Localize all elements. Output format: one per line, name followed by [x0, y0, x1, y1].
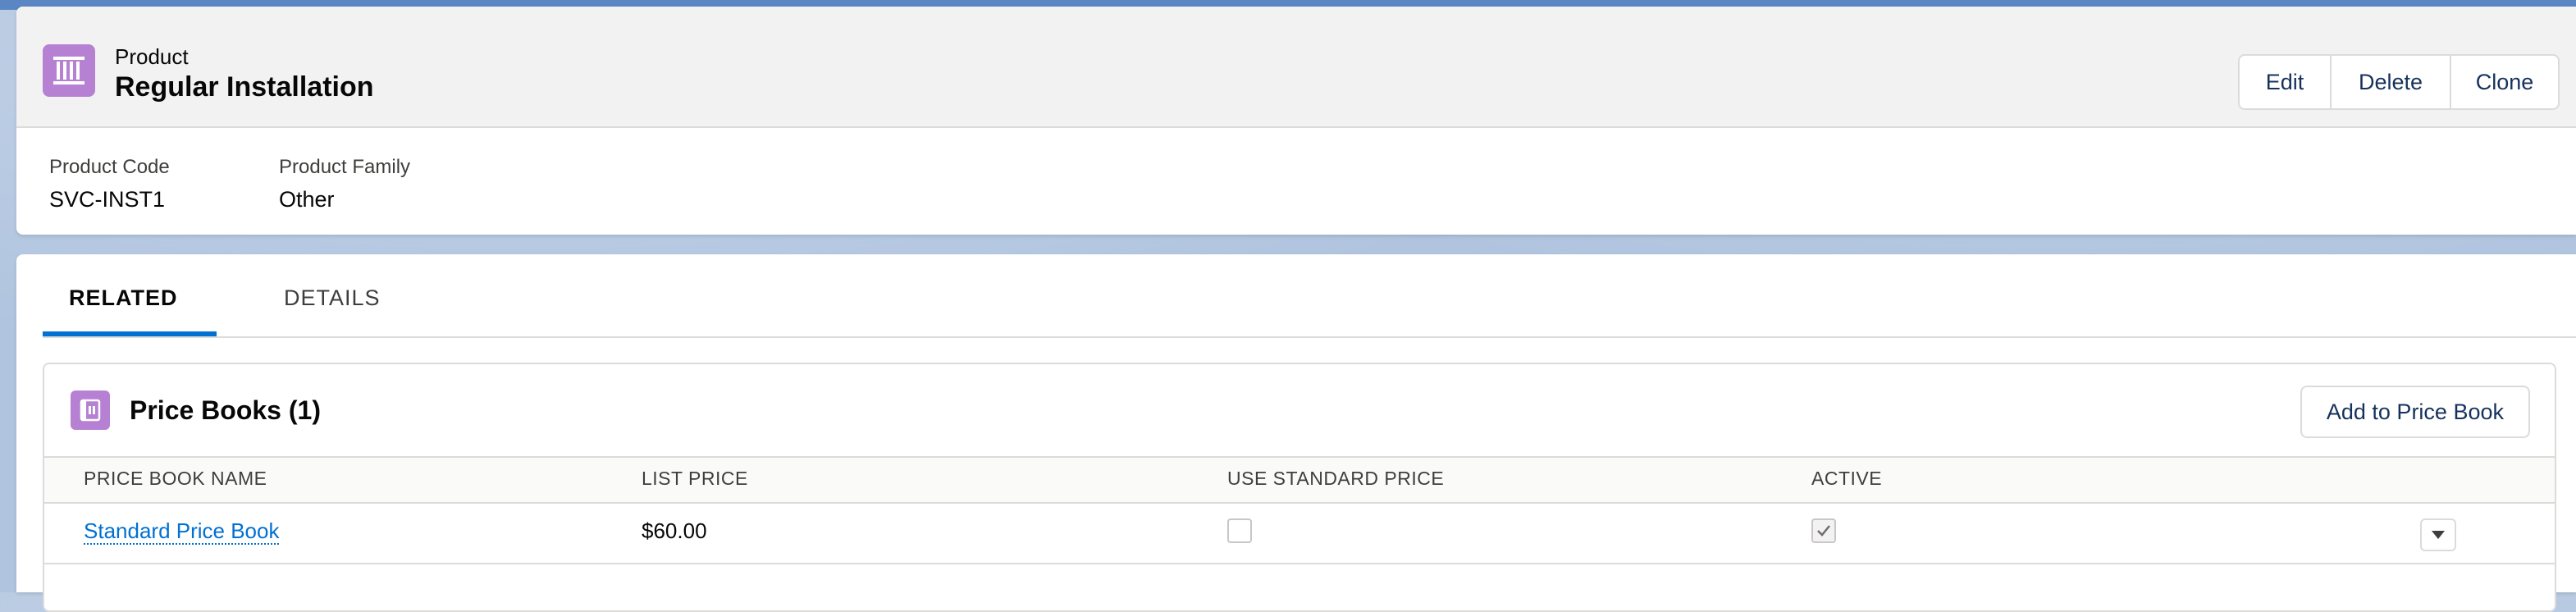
record-header: Product Regular Installation Edit Delete…: [16, 7, 2576, 128]
product-icon: [43, 44, 95, 97]
column-header-price-book-name[interactable]: PRICE BOOK NAME: [84, 468, 267, 490]
table-row: Standard Price Book $60.00: [44, 502, 2555, 564]
record-highlights-panel: Product Regular Installation Edit Delete…: [16, 7, 2576, 235]
tab-details[interactable]: DETAILS: [284, 285, 381, 311]
checkmark-icon: [1817, 525, 1830, 537]
clone-button[interactable]: Clone: [2450, 56, 2558, 108]
price-book-name-link[interactable]: Standard Price Book: [84, 518, 280, 545]
product-code-value: SVC-INST1: [49, 187, 166, 212]
row-actions-dropdown[interactable]: [2420, 518, 2456, 551]
tab-related[interactable]: RELATED: [69, 285, 178, 311]
chevron-down-icon: [2432, 531, 2445, 539]
record-actions: Edit Delete Clone: [2238, 54, 2560, 110]
column-header-list-price[interactable]: LIST PRICE: [642, 468, 748, 490]
related-list-title[interactable]: Price Books (1): [130, 395, 321, 426]
edit-button[interactable]: Edit: [2240, 56, 2330, 108]
product-code-label: Product Code: [49, 156, 170, 178]
column-header-active[interactable]: ACTIVE: [1811, 468, 1882, 490]
active-tab-indicator: [43, 331, 217, 336]
table-header: PRICE BOOK NAME LIST PRICE USE STANDARD …: [44, 456, 2555, 504]
price-book-icon: [71, 390, 110, 430]
product-family-label: Product Family: [279, 156, 411, 178]
use-standard-price-checkbox: [1227, 518, 1252, 543]
record-title: Regular Installation: [115, 71, 374, 103]
product-family-value: Other: [279, 187, 335, 212]
object-label: Product: [115, 44, 189, 69]
record-body: RELATED DETAILS Price Books (1) Add to P…: [16, 254, 2576, 612]
tab-bar: RELATED DETAILS: [43, 254, 2576, 338]
price-books-related-list: Price Books (1) Add to Price Book PRICE …: [43, 363, 2556, 612]
related-list-header: Price Books (1) Add to Price Book: [44, 364, 2555, 456]
column-header-use-standard-price[interactable]: USE STANDARD PRICE: [1227, 468, 1444, 490]
active-checkbox: [1811, 518, 1836, 543]
add-to-price-book-button[interactable]: Add to Price Book: [2300, 386, 2530, 438]
list-price-value: $60.00: [642, 518, 707, 543]
delete-button[interactable]: Delete: [2330, 56, 2450, 108]
